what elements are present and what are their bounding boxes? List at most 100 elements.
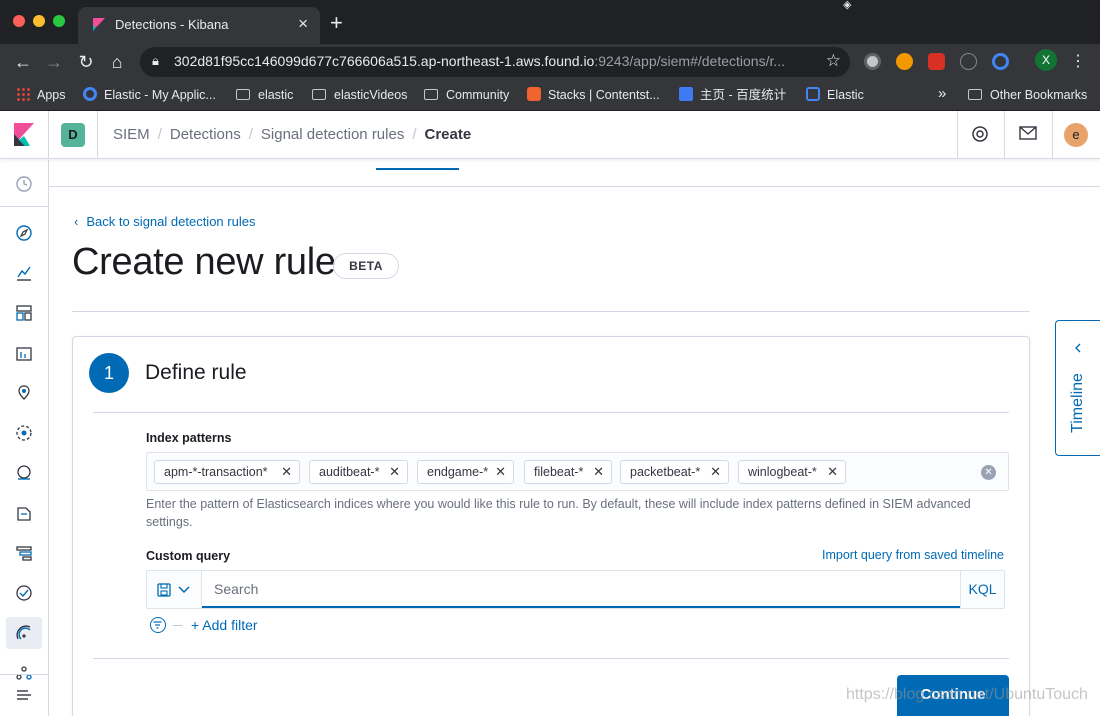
bookmark-elastic-2[interactable]: Elastic bbox=[806, 85, 864, 105]
back-to-rules-link[interactable]: ‹ Back to signal detection rules bbox=[74, 214, 255, 229]
siem-icon[interactable] bbox=[13, 622, 35, 644]
folder-icon bbox=[424, 89, 438, 100]
extension-record-icon[interactable] bbox=[864, 53, 881, 70]
visualize-chart-icon[interactable] bbox=[13, 262, 35, 284]
index-patterns-label: Index patterns bbox=[146, 431, 232, 445]
bookmark-elastic-my-applications[interactable]: Elastic - My Applic... bbox=[83, 85, 216, 105]
tab-close-icon[interactable]: × bbox=[298, 14, 308, 34]
space-selector[interactable]: D bbox=[61, 123, 85, 147]
forward-arrow-icon[interactable]: → bbox=[43, 51, 65, 73]
recently-viewed-clock-icon[interactable] bbox=[13, 173, 35, 195]
help-lifebuoy-icon[interactable] bbox=[970, 125, 990, 148]
browser-tab-bar: Detections - Kibana × + ◈ bbox=[0, 0, 1100, 44]
index-pattern-pill[interactable]: filebeat-* ✕ bbox=[524, 460, 612, 484]
index-patterns-help-text: Enter the pattern of Elasticsearch indic… bbox=[146, 497, 971, 529]
extension-info-icon[interactable] bbox=[960, 53, 977, 70]
filter-options-icon[interactable] bbox=[150, 617, 166, 633]
custom-query-label: Custom query bbox=[146, 549, 231, 563]
folder-icon bbox=[968, 89, 982, 100]
bookmark-community[interactable]: Community bbox=[424, 85, 509, 105]
browser-menu-icon[interactable]: ⋮ bbox=[1070, 51, 1086, 71]
remove-pill-icon[interactable]: ✕ bbox=[593, 461, 604, 483]
index-patterns-combobox[interactable]: apm-*-transaction* ✕ auditbeat-* ✕ endgame… bbox=[146, 452, 1009, 491]
index-pattern-pill[interactable]: auditbeat-* ✕ bbox=[309, 460, 408, 484]
graph-icon[interactable] bbox=[13, 662, 35, 684]
remove-pill-icon[interactable]: ✕ bbox=[495, 461, 506, 483]
header-divider bbox=[97, 111, 98, 159]
chevron-left-icon bbox=[1075, 343, 1081, 353]
back-arrow-icon[interactable]: ← bbox=[12, 51, 34, 73]
window-zoom-button[interactable] bbox=[53, 15, 65, 27]
extension-blue-icon[interactable] bbox=[992, 53, 1009, 70]
index-pattern-pill[interactable]: winlogbeat-* ✕ bbox=[738, 460, 846, 484]
other-bookmarks[interactable]: Other Bookmarks bbox=[968, 85, 1087, 105]
logs-icon[interactable] bbox=[13, 502, 35, 524]
reload-icon[interactable]: ↻ bbox=[75, 51, 97, 73]
saved-query-button[interactable] bbox=[147, 571, 202, 608]
collapse-nav-icon[interactable] bbox=[13, 684, 35, 706]
kibana-header: D SIEM / Detections / Signal detection rules… bbox=[0, 111, 1100, 159]
watermark: https://blog.csdn.net/UbuntuTouch bbox=[846, 686, 1088, 703]
bookmark-star-icon[interactable]: ☆ bbox=[826, 51, 841, 71]
search-input[interactable]: Search bbox=[202, 571, 961, 608]
breadcrumb-siem[interactable]: SIEM bbox=[113, 126, 150, 143]
bookmark-elastic[interactable]: elastic bbox=[236, 85, 293, 105]
step-number: 1 bbox=[89, 353, 129, 393]
chevron-left-icon: ‹ bbox=[74, 214, 79, 229]
bookmarks-overflow-button[interactable]: » bbox=[938, 85, 946, 103]
uptime-icon[interactable] bbox=[13, 582, 35, 604]
dashboard-icon[interactable] bbox=[13, 302, 35, 324]
infrastructure-icon[interactable] bbox=[13, 462, 35, 484]
window-close-button[interactable] bbox=[13, 15, 25, 27]
index-pattern-pill[interactable]: packetbeat-* ✕ bbox=[620, 460, 729, 484]
media-icon: ◈ bbox=[843, 0, 852, 11]
title-divider bbox=[72, 311, 1030, 312]
window-minimize-button[interactable] bbox=[33, 15, 45, 27]
add-filter-button[interactable]: + Add filter bbox=[191, 617, 258, 633]
save-disk-icon bbox=[157, 583, 171, 597]
folder-icon bbox=[312, 89, 326, 100]
clear-all-icon[interactable]: ✕ bbox=[981, 465, 996, 480]
breadcrumb-signal-detection-rules[interactable]: Signal detection rules bbox=[261, 126, 404, 143]
remove-pill-icon[interactable]: ✕ bbox=[389, 461, 400, 483]
extension-adblock-icon[interactable] bbox=[928, 53, 945, 70]
machine-learning-icon[interactable] bbox=[13, 422, 35, 444]
browser-toolbar: ← → ↻ ⌂ 🔒︎ 302d81f95cc146099d677c766606a… bbox=[0, 44, 1100, 80]
breadcrumb: SIEM / Detections / Signal detection rules / C… bbox=[113, 126, 472, 143]
kibana-logo-icon[interactable] bbox=[13, 123, 35, 147]
new-tab-button[interactable]: + bbox=[330, 12, 343, 34]
bookmarks-bar: Apps Elastic - My Applic... elastic elas… bbox=[0, 80, 1100, 111]
left-nav bbox=[0, 160, 49, 716]
nav-divider bbox=[0, 206, 48, 207]
newsfeed-mail-icon[interactable] bbox=[1018, 125, 1038, 145]
bookmark-elasticvideos[interactable]: elasticVideos bbox=[312, 85, 407, 105]
extension-orange-icon[interactable] bbox=[896, 53, 913, 70]
beta-badge: BETA bbox=[333, 253, 399, 279]
remove-pill-icon[interactable]: ✕ bbox=[710, 461, 721, 483]
address-bar[interactable]: 🔒︎ 302d81f95cc146099d677c766606a515.ap-n… bbox=[140, 47, 850, 77]
chevron-down-icon bbox=[178, 586, 190, 594]
profile-avatar[interactable]: X bbox=[1035, 49, 1057, 71]
maps-pin-icon[interactable] bbox=[13, 382, 35, 404]
breadcrumb-detections[interactable]: Detections bbox=[170, 126, 241, 143]
remove-pill-icon[interactable]: ✕ bbox=[281, 461, 292, 483]
bookmark-baidu-tongji[interactable]: 主页 - 百度统计 bbox=[679, 85, 786, 105]
user-avatar[interactable]: e bbox=[1064, 123, 1088, 147]
header-divider bbox=[48, 111, 49, 159]
timeline-flyout-button[interactable]: Timeline bbox=[1055, 320, 1100, 456]
remove-pill-icon[interactable]: ✕ bbox=[827, 461, 838, 483]
apm-icon[interactable] bbox=[13, 542, 35, 564]
index-pattern-pill[interactable]: apm-*-transaction* ✕ bbox=[154, 460, 300, 484]
bookmark-apps[interactable]: Apps bbox=[16, 85, 66, 105]
index-pattern-pill[interactable]: endgame-* ✕ bbox=[417, 460, 514, 484]
bookmark-stacks-contentstack[interactable]: Stacks | Contentst... bbox=[527, 85, 660, 105]
canvas-icon[interactable] bbox=[13, 342, 35, 364]
discover-compass-icon[interactable] bbox=[13, 222, 35, 244]
bookmark-favicon-icon bbox=[527, 87, 541, 101]
home-icon[interactable]: ⌂ bbox=[106, 51, 128, 73]
breadcrumb-create: Create bbox=[424, 126, 472, 143]
apps-grid-icon bbox=[16, 87, 30, 101]
browser-tab[interactable]: Detections - Kibana × bbox=[78, 7, 320, 44]
import-query-link[interactable]: Import query from saved timeline bbox=[822, 548, 1004, 562]
kql-language-button[interactable]: KQL bbox=[960, 571, 1004, 608]
